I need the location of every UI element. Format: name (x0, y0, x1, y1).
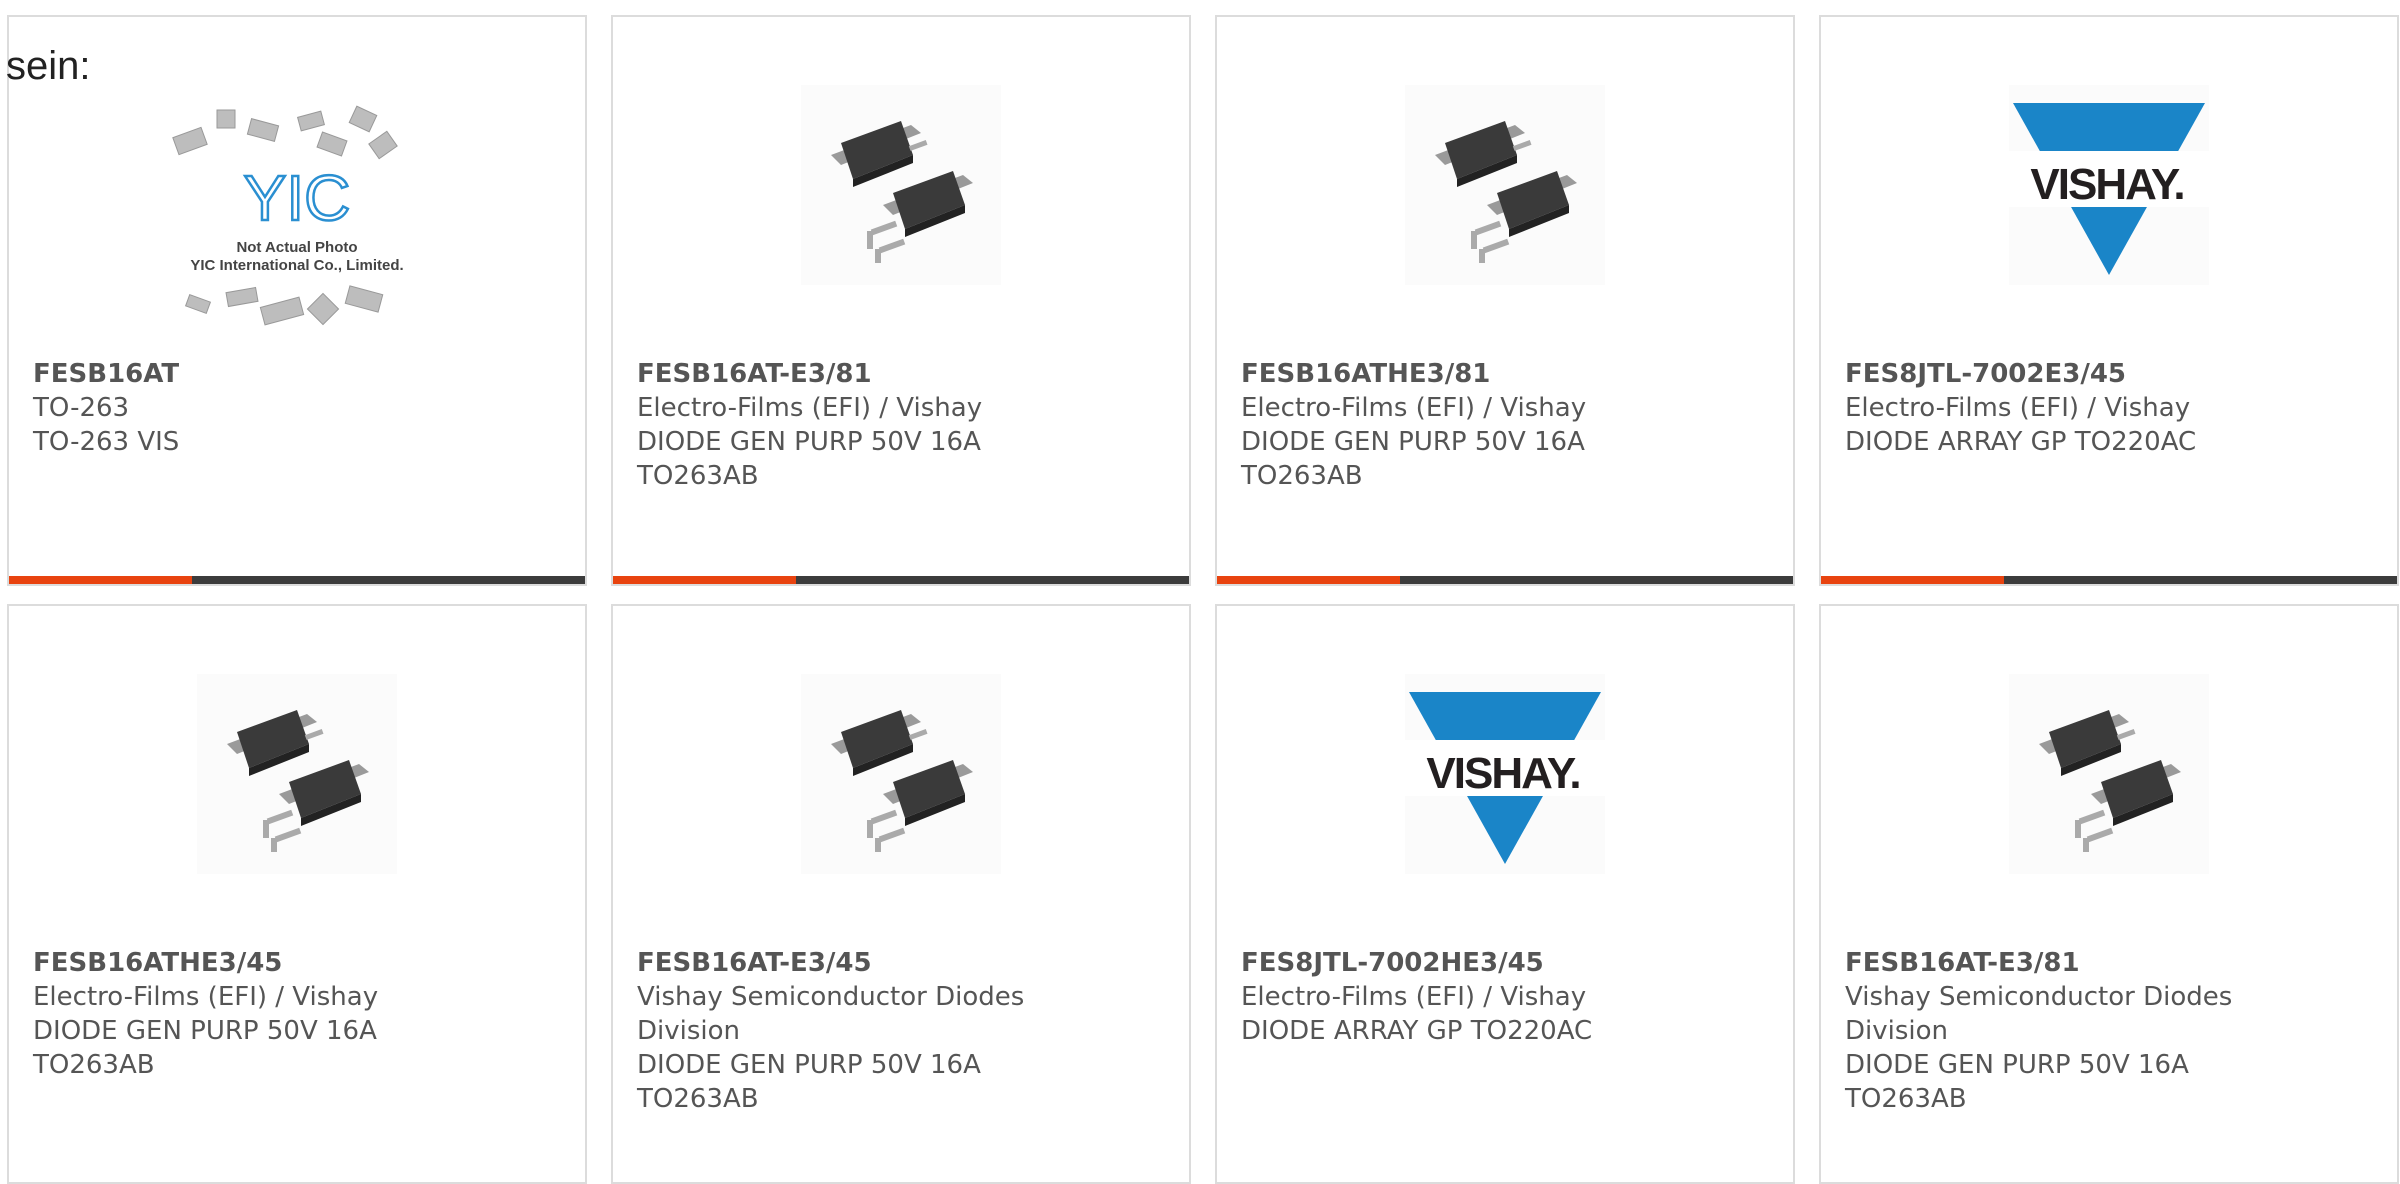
product-card-4[interactable]: VISHAY. FES8JTL-7002E3/45 Electro-Films … (1819, 15, 2399, 586)
product-card-2[interactable]: FESB16AT-E3/81 Electro-Films (EFI) / Vis… (611, 15, 1191, 586)
product-image (197, 674, 397, 874)
yic-placeholder-image: YIC Not Actual Photo YIC International C… (157, 102, 437, 342)
yic-logo: YIC (244, 162, 351, 234)
product-info: FES8JTL-7002HE3/45 Electro-Films (EFI) /… (1241, 946, 1661, 1048)
part-number: FES8JTL-7002HE3/45 (1241, 948, 1544, 978)
description: DIODE GEN PURP 50V 16A (1845, 1050, 2189, 1080)
intro-text: sein: (6, 44, 91, 88)
card-progress-accent (1217, 576, 1400, 584)
manufacturer: Electro-Films (EFI) / Vishay (1845, 393, 2191, 423)
product-info: FESB16ATHE3/45 Electro-Films (EFI) / Vis… (33, 946, 453, 1082)
vishay-logo-text: VISHAY. (1426, 749, 1579, 798)
product-info: FESB16AT TO-263 TO-263 VIS (33, 357, 453, 459)
package: TO263AB (637, 461, 759, 491)
to263-package-icon (1435, 121, 1577, 263)
product-line-1: TO-263 (33, 393, 130, 423)
card-progress-bar (1217, 576, 1793, 584)
product-card-3[interactable]: FESB16ATHE3/81 Electro-Films (EFI) / Vis… (1215, 15, 1795, 586)
description: DIODE ARRAY GP TO220AC (1845, 427, 2197, 457)
yic-note-line1: Not Actual Photo (236, 239, 357, 256)
manufacturer: Electro-Films (EFI) / Vishay (637, 393, 983, 423)
card-progress-accent (9, 576, 192, 584)
product-card-1[interactable]: YIC Not Actual Photo YIC International C… (7, 15, 587, 586)
manufacturer-cont: Division (637, 1016, 741, 1046)
chip-collage-icon: YIC Not Actual Photo YIC International C… (172, 105, 404, 326)
description: DIODE GEN PURP 50V 16A (33, 1016, 377, 1046)
part-number: FESB16AT-E3/81 (637, 359, 872, 389)
product-info: FESB16ATHE3/81 Electro-Films (EFI) / Vis… (1241, 357, 1661, 493)
product-info: FESB16AT-E3/81 Electro-Films (EFI) / Vis… (637, 357, 1057, 493)
package: TO263AB (1845, 1084, 1967, 1114)
product-info: FESB16AT-E3/45 Vishay Semiconductor Diod… (637, 946, 1057, 1116)
to263-package-icon (2039, 710, 2181, 852)
manufacturer-cont: Division (1845, 1016, 1949, 1046)
product-image: VISHAY. (2009, 85, 2209, 285)
product-image (2009, 674, 2209, 874)
manufacturer: Vishay Semiconductor Diodes (637, 982, 1025, 1012)
part-number: FESB16AT-E3/45 (637, 948, 872, 978)
part-number: FESB16ATHE3/81 (1241, 359, 1491, 389)
part-number: FES8JTL-7002E3/45 (1845, 359, 2126, 389)
part-number: FESB16AT (33, 359, 180, 389)
part-number: FESB16ATHE3/45 (33, 948, 283, 978)
yic-note-line2: YIC International Co., Limited. (190, 257, 403, 274)
product-image (801, 85, 1001, 285)
vishay-logo: VISHAY. (2009, 103, 2209, 275)
description: DIODE GEN PURP 50V 16A (637, 1050, 981, 1080)
description: DIODE GEN PURP 50V 16A (1241, 427, 1585, 457)
manufacturer: Electro-Films (EFI) / Vishay (1241, 393, 1587, 423)
vishay-logo: VISHAY. (1405, 692, 1605, 864)
part-number: FESB16AT-E3/81 (1845, 948, 2080, 978)
package: TO263AB (33, 1050, 155, 1080)
package: TO263AB (637, 1084, 759, 1114)
product-image: VISHAY. (1405, 674, 1605, 874)
product-card-6[interactable]: FESB16AT-E3/45 Vishay Semiconductor Diod… (611, 604, 1191, 1184)
product-info: FES8JTL-7002E3/45 Electro-Films (EFI) / … (1845, 357, 2265, 459)
card-progress-bar (613, 576, 1189, 584)
manufacturer: Electro-Films (EFI) / Vishay (1241, 982, 1587, 1012)
product-card-8[interactable]: FESB16AT-E3/81 Vishay Semiconductor Diod… (1819, 604, 2399, 1184)
to263-package-icon (831, 710, 973, 852)
card-progress-bar (1821, 576, 2397, 584)
manufacturer: Electro-Films (EFI) / Vishay (33, 982, 379, 1012)
package: TO263AB (1241, 461, 1363, 491)
to263-package-icon (227, 710, 369, 852)
description: DIODE GEN PURP 50V 16A (637, 427, 981, 457)
card-progress-bar (9, 576, 585, 584)
description: DIODE ARRAY GP TO220AC (1241, 1016, 1593, 1046)
product-line-2: TO-263 VIS (33, 427, 180, 457)
product-info: FESB16AT-E3/81 Vishay Semiconductor Diod… (1845, 946, 2265, 1116)
product-card-7[interactable]: VISHAY. FES8JTL-7002HE3/45 Electro-Films… (1215, 604, 1795, 1184)
product-image (1405, 85, 1605, 285)
card-progress-accent (1821, 576, 2004, 584)
to263-package-icon (831, 121, 973, 263)
card-progress-accent (613, 576, 796, 584)
product-image (801, 674, 1001, 874)
manufacturer: Vishay Semiconductor Diodes (1845, 982, 2233, 1012)
vishay-logo-text: VISHAY. (2030, 160, 2183, 209)
product-card-5[interactable]: FESB16ATHE3/45 Electro-Films (EFI) / Vis… (7, 604, 587, 1184)
